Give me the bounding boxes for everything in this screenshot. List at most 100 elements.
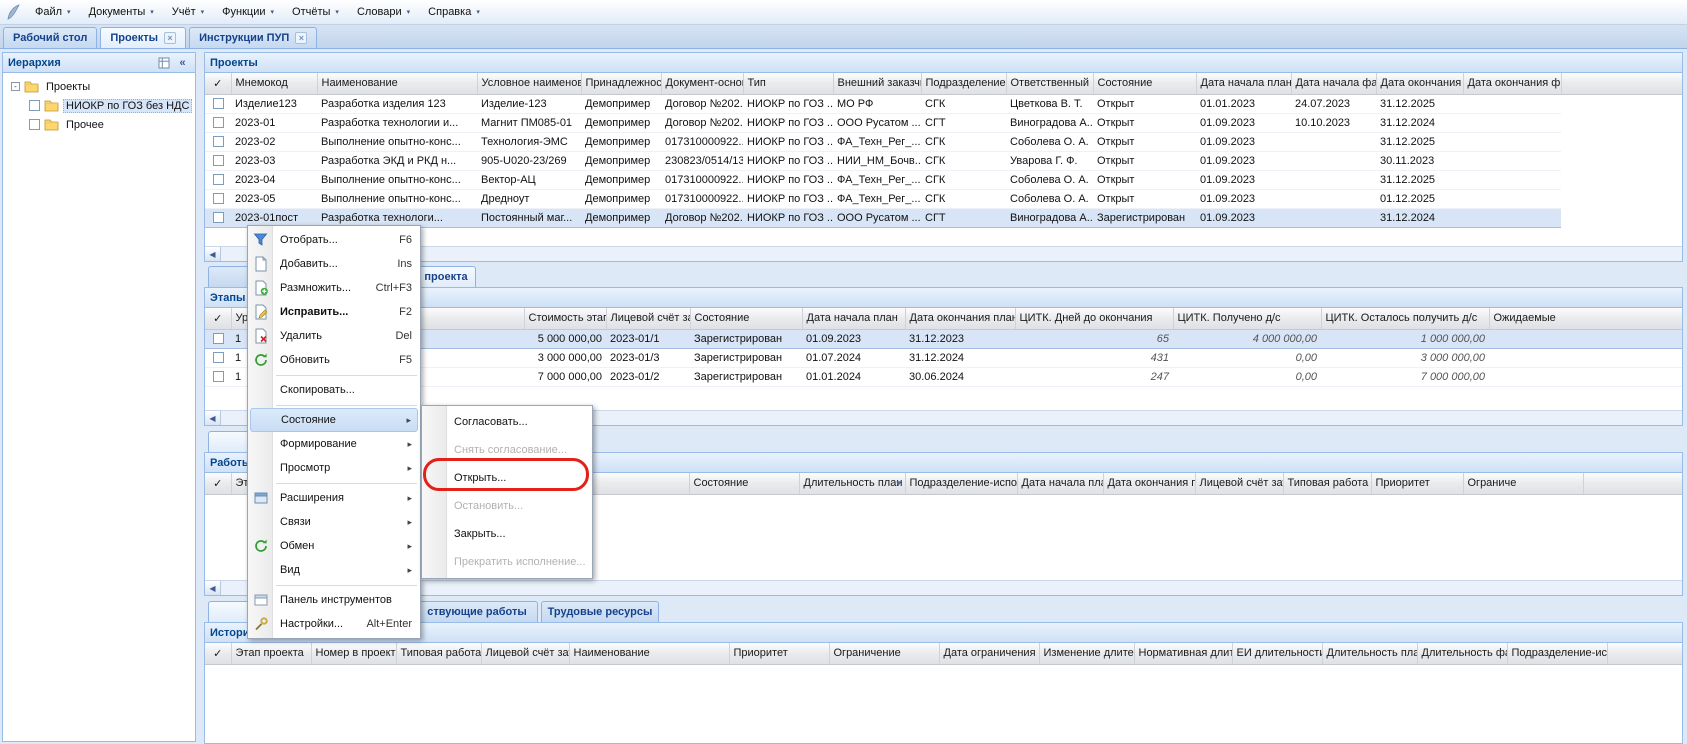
column-header[interactable]: Состояние <box>690 308 802 329</box>
grid-cell[interactable]: Уварова Г. Ф. <box>1006 151 1093 170</box>
grid-cell[interactable]: Магнит ПМ085-01 <box>477 113 581 132</box>
grid-cell[interactable]: 7 000 000,00 <box>1321 367 1489 386</box>
grid-cell[interactable]: 1 000 000,00 <box>1321 329 1489 348</box>
select-all-header[interactable]: ✓ <box>205 73 231 94</box>
grid-cell[interactable]: Демопример <box>581 132 661 151</box>
main-tab[interactable]: Инструкции ПУП× <box>189 27 317 48</box>
row-checkbox[interactable] <box>213 136 224 147</box>
grid-cell[interactable]: 017310000922... <box>661 170 743 189</box>
grid-cell[interactable]: Открыт <box>1093 151 1196 170</box>
submenu-item[interactable]: Открыть... <box>424 464 590 492</box>
row-checkbox-cell[interactable] <box>205 189 231 208</box>
grid-cell[interactable]: 01.07.2024 <box>802 348 905 367</box>
column-header[interactable]: Ответственный <box>1006 73 1093 94</box>
submenu-item[interactable]: Закрыть... <box>424 520 590 548</box>
menubar-item[interactable]: Файл▾ <box>26 3 80 21</box>
grid-cell[interactable]: 01.01.2023 <box>1196 94 1291 113</box>
column-header[interactable]: Тип <box>743 73 833 94</box>
grid-cell[interactable]: Виноградова А... <box>1006 113 1093 132</box>
grid-cell[interactable]: Зарегистрирован <box>690 329 802 348</box>
column-header[interactable]: Длительность пла <box>1322 643 1417 664</box>
table-row[interactable]: 1изведенной опыт...7 000 000,002023-01/2… <box>205 367 1682 386</box>
column-header[interactable]: Документ-основан <box>661 73 743 94</box>
row-checkbox[interactable] <box>213 212 224 223</box>
context-menu-item[interactable]: Формирование▸ <box>250 432 418 456</box>
grid-cell[interactable] <box>1291 208 1376 227</box>
grid-cell[interactable]: НИОКР по ГОЗ ... <box>743 151 833 170</box>
grid-cell[interactable] <box>1463 94 1561 113</box>
row-checkbox-cell[interactable] <box>205 94 231 113</box>
grid-cell[interactable]: Соболева О. А. <box>1006 170 1093 189</box>
grid-cell[interactable] <box>1463 132 1561 151</box>
grid-cell[interactable]: СГК <box>921 189 1006 208</box>
grid-cell[interactable]: Разработка ЭКД и РКД н... <box>317 151 477 170</box>
grid-cell[interactable]: 905-U020-23/269 <box>477 151 581 170</box>
context-menu-item[interactable]: Состояние▸ <box>250 408 418 432</box>
row-checkbox[interactable] <box>213 98 224 109</box>
context-menu-item[interactable]: Вид▸ <box>250 558 418 582</box>
grid-cell[interactable]: НИОКР по ГОЗ ... <box>743 113 833 132</box>
grid-cell[interactable] <box>1489 329 1682 348</box>
grid-cell[interactable]: ФА_Техн_Рег_... <box>833 189 921 208</box>
grid-cell[interactable]: Разработка технологии и... <box>317 113 477 132</box>
menubar-item[interactable]: Отчёты▾ <box>283 3 348 21</box>
grid-cell[interactable]: 31.12.2025 <box>1376 170 1463 189</box>
select-all-header[interactable]: ✓ <box>205 308 231 329</box>
grid-cell[interactable] <box>1463 151 1561 170</box>
hierarchy-locate-icon[interactable] <box>156 55 171 70</box>
column-header[interactable]: Ожидаемые <box>1489 308 1682 329</box>
context-menu-item[interactable]: Отобрать...F6 <box>250 228 418 252</box>
grid-cell[interactable]: 5 000 000,00 <box>524 329 606 348</box>
column-header[interactable]: Состояние <box>689 473 799 494</box>
context-menu-item[interactable]: Связи▸ <box>250 510 418 534</box>
grid-cell[interactable]: 10.10.2023 <box>1291 113 1376 132</box>
column-header[interactable]: Типовая работа <box>396 643 481 664</box>
table-row[interactable]: 2023-01Разработка технологии и...Магнит … <box>205 113 1561 132</box>
row-checkbox[interactable] <box>213 371 224 382</box>
row-checkbox[interactable] <box>213 333 224 344</box>
grid-cell[interactable]: 2023-01/2 <box>606 367 690 386</box>
context-menu-item[interactable]: Исправить...F2 <box>250 300 418 324</box>
tree-node[interactable]: НИОКР по ГОЗ без НДС <box>5 96 193 115</box>
context-menu-item[interactable]: ОбновитьF5 <box>250 348 418 372</box>
menubar-item[interactable]: Учёт▾ <box>163 3 213 21</box>
menubar-item[interactable]: Функции▾ <box>213 3 283 21</box>
grid-cell[interactable]: СГК <box>921 94 1006 113</box>
projects-hscrollbar[interactable]: ◀ <box>205 246 1682 261</box>
tree-checkbox[interactable] <box>29 119 40 130</box>
row-checkbox-cell[interactable] <box>205 113 231 132</box>
scroll-left-button[interactable]: ◀ <box>205 411 221 425</box>
grid-cell[interactable]: Демопример <box>581 113 661 132</box>
grid-cell[interactable] <box>1463 189 1561 208</box>
grid-cell[interactable]: Открыт <box>1093 189 1196 208</box>
grid-cell[interactable]: МО РФ <box>833 94 921 113</box>
column-header[interactable]: Номер в проекте <box>311 643 396 664</box>
table-row[interactable]: 1тной партии ПМО...5 000 000,002023-01/1… <box>205 329 1682 348</box>
column-header[interactable]: Наименование <box>569 643 729 664</box>
grid-cell[interactable]: 31.12.2025 <box>1376 132 1463 151</box>
tree-expander-icon[interactable]: - <box>11 82 20 91</box>
context-menu-item[interactable]: Просмотр▸ <box>250 456 418 480</box>
grid-cell[interactable]: Открыт <box>1093 113 1196 132</box>
row-checkbox-cell[interactable] <box>205 329 231 348</box>
row-checkbox-cell[interactable] <box>205 132 231 151</box>
column-header[interactable]: Дата окончания ф <box>1463 73 1561 94</box>
grid-cell[interactable]: Договор №202... <box>661 208 743 227</box>
grid-cell[interactable]: 65 <box>1015 329 1173 348</box>
context-menu-item[interactable]: Добавить...Ins <box>250 252 418 276</box>
column-header[interactable]: Подразделение-ис <box>1507 643 1607 664</box>
sub-tab[interactable]: проекта <box>416 266 476 287</box>
column-header[interactable]: ЦИТК. Дней до окончания <box>1015 308 1173 329</box>
grid-cell[interactable]: 01.09.2023 <box>1196 151 1291 170</box>
grid-cell[interactable]: Зарегистрирован <box>690 367 802 386</box>
grid-cell[interactable]: 2023-01/3 <box>606 348 690 367</box>
grid-cell[interactable] <box>1291 151 1376 170</box>
context-menu-item[interactable]: Расширения▸ <box>250 486 418 510</box>
grid-cell[interactable] <box>1291 189 1376 208</box>
grid-cell[interactable]: НИОКР по ГОЗ ... <box>743 170 833 189</box>
grid-cell[interactable]: 31.12.2023 <box>905 329 1015 348</box>
grid-cell[interactable]: 2023-02 <box>231 132 317 151</box>
grid-cell[interactable]: Изделие-123 <box>477 94 581 113</box>
grid-cell[interactable]: 3 000 000,00 <box>524 348 606 367</box>
column-header[interactable]: Типовая работа <box>1283 473 1371 494</box>
